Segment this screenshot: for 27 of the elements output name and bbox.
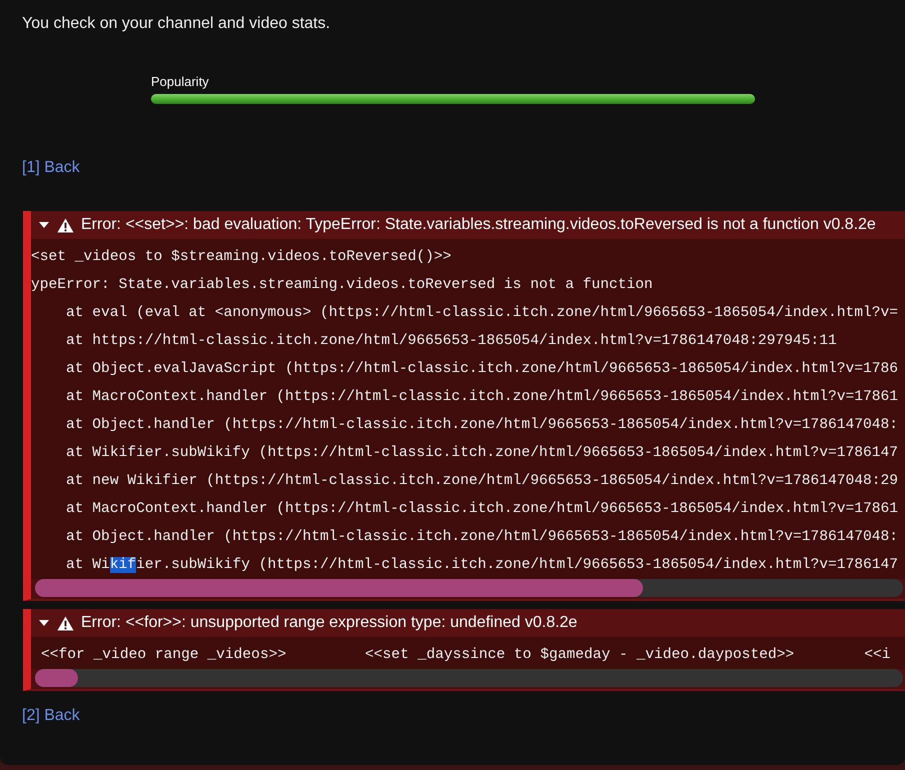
intro-text: You check on your channel and video stats. (21, 14, 332, 33)
scrollbar-track[interactable] (35, 669, 903, 687)
scrollbar-thumb[interactable] (35, 579, 643, 597)
code-line: at Wikifier.subWikify (https://html-classic.itch.zone/html/9665653-1865054/index.html?v=1786147 (65, 556, 898, 575)
warning-icon (57, 616, 74, 630)
meter-label: Popularity (151, 74, 210, 89)
caret-icon[interactable] (39, 222, 49, 228)
code-line: at Object.evalJavaScript (https://html-classic.itch.zone/html/9665653-1865054/index.html?v=1786 (65, 360, 898, 379)
code-line: at eval (eval at <anonymous> (https://html-classic.itch.zone/html/9665653-1865054/index.html?v= (65, 304, 898, 323)
code-line: <set _videos to $streaming.videos.toReversed()>> (31, 248, 452, 267)
code-line: at Object.handler (https://html-classic.itch.zone/html/9665653-1865054/index.html?v=1786147048: (65, 416, 898, 435)
scrollbar-track[interactable] (35, 579, 903, 597)
scrollbar-thumb[interactable] (35, 669, 78, 687)
back-link[interactable]: [1] Back (22, 159, 80, 176)
caret-icon[interactable] (39, 620, 49, 626)
code-line: at MacroContext.handler (https://html-classic.itch.zone/html/9665653-1865054/index.html?v=17861 (65, 388, 898, 407)
code-line: at Object.handler (https://html-classic.itch.zone/html/9665653-1865054/index.html?v=1786147048: (65, 528, 898, 547)
warning-icon (57, 218, 74, 232)
code-line: at MacroContext.handler (https://html-classic.itch.zone/html/9665653-1865054/index.html?v=17861 (65, 500, 898, 519)
code-line: <<for _video range _videos>> <<set _dayssince to $gameday - _video.dayposted>> <<i (40, 646, 890, 665)
code-line: ypeError: State.variables.streaming.videos.toReversed is not a function (31, 276, 653, 295)
code-line: at new Wikifier (https://html-classic.itch.zone/html/9665653-1865054/index.html?v=1786147048:29 (65, 472, 898, 491)
code-line: at Wikifier.subWikify (https://html-classic.itch.zone/html/9665653-1865054/index.html?v=1786147 (65, 444, 898, 463)
error-title: Error: <<set>>: bad evaluation: TypeError: State.variables.streaming.videos.toReversed is not a function v0.8.2e (81, 216, 876, 234)
error-title: Error: <<for>>: unsupported range expression type: undefined v0.8.2e (81, 614, 578, 632)
code-line: at https://html-classic.itch.zone/html/9665653-1865054/index.html?v=1786147048:297945:11 (65, 332, 837, 351)
back-link[interactable]: [2] Back (22, 707, 80, 724)
